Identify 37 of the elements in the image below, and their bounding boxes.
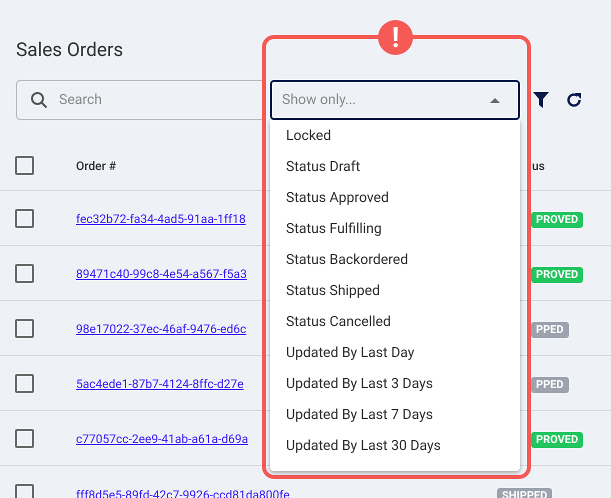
search-icon: [30, 91, 48, 109]
column-header: us: [532, 159, 545, 173]
menu-item[interactable]: Updated By Last 7 Days: [270, 399, 520, 431]
checkbox[interactable]: [15, 156, 34, 174]
order-link[interactable]: c77057cc-2ee9-41ab-a61a-d69a: [76, 432, 248, 446]
menu-item[interactable]: Status Cancelled: [270, 306, 520, 338]
checkbox[interactable]: [15, 208, 34, 228]
alert-badge: !: [378, 20, 413, 55]
status-badge: PPED: [531, 322, 569, 338]
status-badge: PPED: [531, 377, 569, 393]
menu-item[interactable]: Updated By Last Day: [270, 337, 520, 369]
status-badge: PROVED: [531, 267, 584, 283]
checkbox[interactable]: [15, 484, 34, 498]
checkbox[interactable]: [15, 264, 34, 282]
menu-item[interactable]: Status Draft: [270, 151, 520, 183]
page-title: Sales Orders: [16, 38, 124, 62]
status-badge: PROVED: [531, 432, 584, 448]
checkbox[interactable]: [15, 374, 34, 392]
caret-icon: [490, 98, 500, 102]
status-badge: PROVED: [531, 212, 584, 228]
column-header: Order #: [76, 159, 116, 173]
refresh-icon[interactable]: [566, 92, 582, 108]
order-link[interactable]: 5ac4ede1-87b7-4124-8ffc-d27e: [76, 377, 244, 391]
checkbox[interactable]: [15, 428, 34, 448]
order-link[interactable]: 98e17022-37ec-46af-9476-ed6c: [76, 322, 246, 336]
select-placeholder: Show only...: [282, 90, 356, 110]
menu-item[interactable]: Updated By Last 3 Days: [270, 368, 520, 400]
order-link[interactable]: 89471c40-99c8-4e54-a567-f5a3: [76, 267, 247, 281]
menu-item[interactable]: Status Approved: [270, 182, 520, 214]
menu-item[interactable]: Status Shipped: [270, 275, 520, 307]
menu-item[interactable]: Status Backordered: [270, 244, 520, 276]
menu-item[interactable]: Locked: [270, 120, 520, 152]
filter-icon[interactable]: [533, 92, 549, 108]
order-link[interactable]: fec32b72-fa34-4ad5-91aa-1ff18: [76, 212, 246, 226]
menu-item[interactable]: Updated By Last 30 Days: [270, 430, 520, 462]
checkbox[interactable]: [15, 318, 34, 338]
menu-item[interactable]: Status Fulfilling: [270, 213, 520, 245]
